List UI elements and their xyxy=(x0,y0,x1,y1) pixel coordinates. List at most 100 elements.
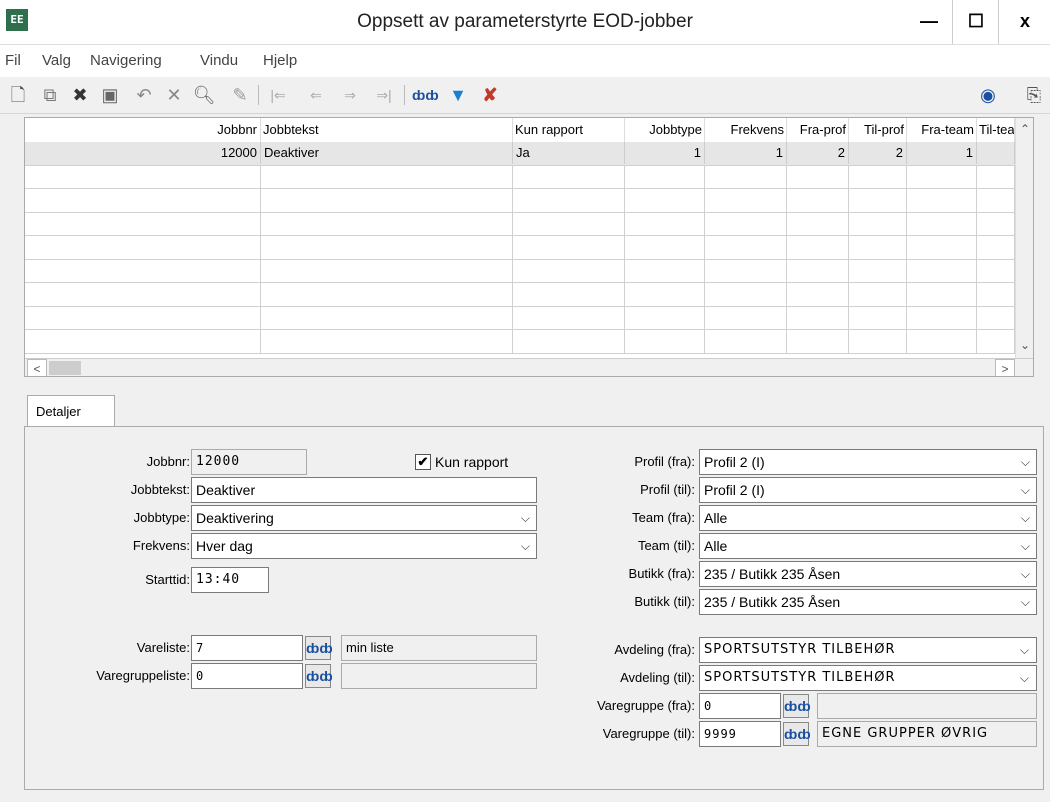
grid-column-line xyxy=(260,306,261,329)
avdeling-fra-label: Avdeling (fra): xyxy=(614,642,695,657)
grid-column-line xyxy=(786,235,787,259)
find-binoculars-icon[interactable]: ȸȸ xyxy=(412,84,439,106)
empty-table-row[interactable] xyxy=(25,212,1015,236)
empty-table-row[interactable] xyxy=(25,329,1015,354)
horizontal-scroll-thumb[interactable] xyxy=(49,361,81,375)
column-header-frekvens[interactable]: Frekvens xyxy=(705,118,787,142)
edit-icon[interactable]: ✎ xyxy=(228,84,252,106)
varegruppe-fra-lookup-icon[interactable]: ȸȸ xyxy=(783,694,811,718)
kun-rapport-checkbox[interactable]: ✔ xyxy=(415,454,431,470)
maximize-button[interactable]: ☐ xyxy=(952,0,999,44)
column-header-jobbnr[interactable]: Jobbnr xyxy=(25,118,261,142)
empty-table-row[interactable] xyxy=(25,259,1015,283)
menu-vindu[interactable]: Vindu xyxy=(200,52,238,69)
profil-fra-select[interactable]: Profil 2 (I) ⌵ xyxy=(699,449,1037,475)
varegruppeliste-lookup-icon[interactable]: ȸȸ xyxy=(305,664,333,688)
grid-column-line xyxy=(624,235,625,259)
close-button[interactable]: x xyxy=(998,0,1050,44)
column-header-til-team[interactable]: Til-tea xyxy=(977,118,1015,142)
cell-til-team xyxy=(977,142,1015,164)
butikk-fra-select[interactable]: 235 / Butikk 235 Åsen ⌵ xyxy=(699,561,1037,587)
varegruppe-til-field[interactable]: 9999 xyxy=(699,721,781,747)
vertical-scrollbar[interactable]: ⌃ ⌄ xyxy=(1015,118,1033,358)
grid-column-line xyxy=(704,329,705,353)
scroll-left-icon[interactable]: < xyxy=(27,359,47,376)
starttid-field[interactable]: 13:40 xyxy=(191,567,269,593)
jobbtype-label: Jobbtype: xyxy=(133,510,190,525)
column-header-jobbtekst[interactable]: Jobbtekst xyxy=(261,118,513,142)
empty-table-row[interactable] xyxy=(25,282,1015,307)
scroll-right-icon[interactable]: > xyxy=(995,359,1015,376)
previous-record-icon[interactable]: ⇐ xyxy=(304,84,328,106)
chevron-down-icon: ⌵ xyxy=(1020,567,1030,581)
title-bar: Oppsett av parameterstyrte EOD-jobber EE… xyxy=(0,0,1050,45)
grid-column-line xyxy=(906,259,907,282)
column-header-kun-rapport[interactable]: Kun rapport xyxy=(513,118,625,142)
table-row[interactable]: 12000 Deaktiver Ja 1 1 2 2 1 xyxy=(25,142,1015,166)
copy-icon[interactable]: ⧉ xyxy=(38,84,62,106)
team-fra-label: Team (fra): xyxy=(632,510,695,525)
grid-column-line xyxy=(976,306,977,329)
first-record-icon[interactable]: |⇐ xyxy=(266,84,290,106)
team-til-select[interactable]: Alle ⌵ xyxy=(699,533,1037,559)
grid-column-line xyxy=(624,165,625,188)
team-fra-select[interactable]: Alle ⌵ xyxy=(699,505,1037,531)
save-icon[interactable]: ▣ xyxy=(98,84,122,106)
empty-table-row[interactable] xyxy=(25,306,1015,330)
avdeling-til-select[interactable]: SPORTSUTSTYR TILBEHØR ⌵ xyxy=(699,665,1037,691)
column-header-fra-prof[interactable]: Fra-prof xyxy=(787,118,849,142)
delete-icon[interactable]: ✖ xyxy=(68,84,92,106)
grid-column-line xyxy=(848,188,849,212)
butikk-til-value: 235 / Butikk 235 Åsen xyxy=(704,594,841,610)
menu-valg[interactable]: Valg xyxy=(42,52,71,69)
minimize-button[interactable]: — xyxy=(906,0,952,44)
vareliste-field[interactable]: 7 xyxy=(191,635,303,661)
avdeling-fra-select[interactable]: SPORTSUTSTYR TILBEHØR ⌵ xyxy=(699,637,1037,663)
frekvens-value: Hver dag xyxy=(196,538,253,554)
grid-column-line xyxy=(704,282,705,306)
column-header-til-prof[interactable]: Til-prof xyxy=(849,118,907,142)
column-header-jobbtype[interactable]: Jobbtype xyxy=(625,118,705,142)
window-title: Oppsett av parameterstyrte EOD-jobber xyxy=(357,11,693,32)
starttid-label: Starttid: xyxy=(145,572,190,587)
menu-hjelp[interactable]: Hjelp xyxy=(263,52,297,69)
frekvens-select[interactable]: Hver dag ⌵ xyxy=(191,533,537,559)
app-icon: EE xyxy=(6,9,28,31)
exit-icon[interactable]: ⎘ xyxy=(1022,84,1046,106)
varegruppe-fra-field[interactable]: 0 xyxy=(699,693,781,719)
menu-fil[interactable]: Fil xyxy=(5,52,21,69)
butikk-til-select[interactable]: 235 / Butikk 235 Åsen ⌵ xyxy=(699,589,1037,615)
empty-table-row[interactable] xyxy=(25,235,1015,260)
filter-icon[interactable]: ▼ xyxy=(446,84,470,106)
vareliste-lookup-icon[interactable]: ȸȸ xyxy=(305,636,333,660)
menu-navigering[interactable]: Navigering xyxy=(90,52,162,69)
grid-column-line xyxy=(704,212,705,235)
horizontal-scrollbar[interactable]: < > xyxy=(25,358,1033,376)
scroll-down-icon[interactable]: ⌄ xyxy=(1016,336,1033,354)
undo-icon[interactable]: ↶ xyxy=(132,84,156,106)
tab-detaljer[interactable]: Detaljer xyxy=(27,395,115,427)
empty-table-row[interactable] xyxy=(25,188,1015,213)
next-record-icon[interactable]: ⇒ xyxy=(338,84,362,106)
jobbtekst-field[interactable]: Deaktiver xyxy=(191,477,537,503)
grid-column-line xyxy=(512,259,513,282)
cancel-icon[interactable]: ✕ xyxy=(162,84,186,106)
column-header-fra-team[interactable]: Fra-team xyxy=(907,118,977,142)
chevron-down-icon: ⌵ xyxy=(1020,595,1030,609)
grid-column-line xyxy=(976,165,977,188)
grid-column-line xyxy=(786,306,787,329)
empty-table-row[interactable] xyxy=(25,165,1015,189)
varegruppeliste-field[interactable]: 0 xyxy=(191,663,303,689)
search-icon[interactable]: 🔍︎ xyxy=(192,84,216,106)
jobbnr-field[interactable]: 12000 xyxy=(191,449,307,475)
profil-til-select[interactable]: Profil 2 (I) ⌵ xyxy=(699,477,1037,503)
clear-filter-icon[interactable]: ✘ xyxy=(478,84,502,106)
scroll-up-icon[interactable]: ⌃ xyxy=(1016,120,1033,138)
help-icon[interactable]: ◉ xyxy=(976,84,1000,106)
varegruppe-til-lookup-icon[interactable]: ȸȸ xyxy=(783,722,811,746)
team-fra-value: Alle xyxy=(704,510,728,526)
new-icon[interactable]: 🗋 xyxy=(6,84,30,106)
grid-column-line xyxy=(906,188,907,212)
last-record-icon[interactable]: ⇒| xyxy=(372,84,396,106)
jobbtype-select[interactable]: Deaktivering ⌵ xyxy=(191,505,537,531)
